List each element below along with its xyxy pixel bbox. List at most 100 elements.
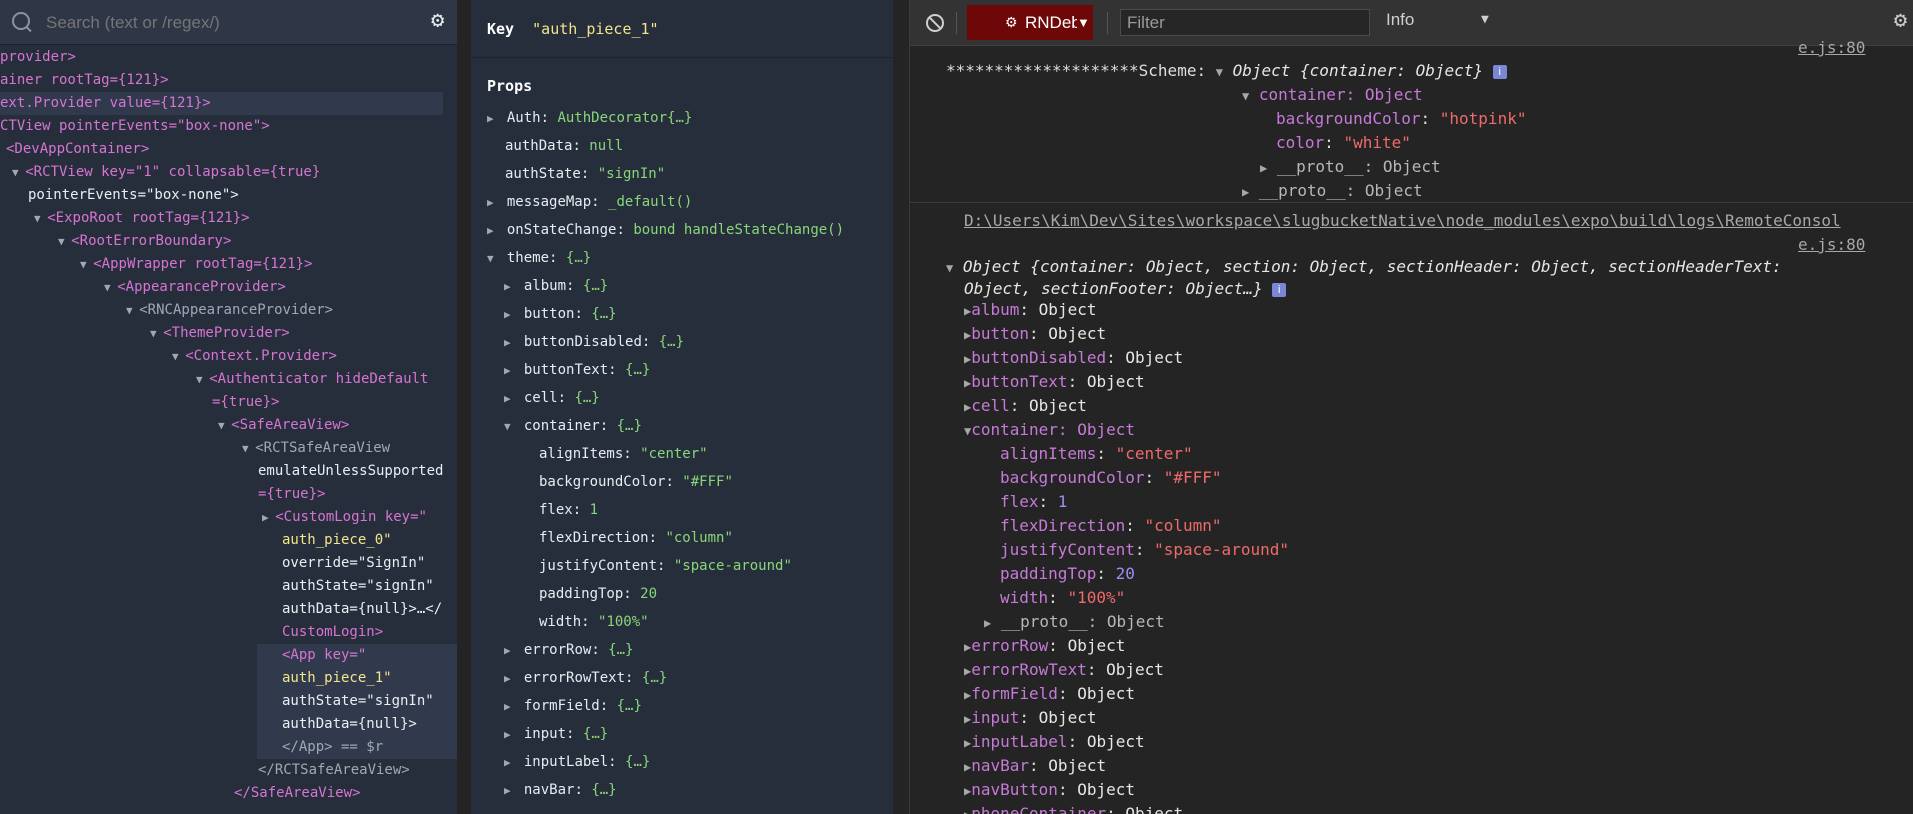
tree-node[interactable]: </App> == $r [257,736,457,759]
collapse-arrow-icon[interactable]: ▼ [504,420,524,433]
clear-console-icon[interactable] [926,14,944,32]
filter-input[interactable]: Filter [1120,9,1370,36]
tree-node[interactable]: authData={null}>…</ [0,598,442,621]
prop-row[interactable]: ▼ theme: {…} [487,244,591,272]
collapse-arrow-icon[interactable]: ▼ [946,261,953,275]
tree-node[interactable]: ▶ <CustomLogin key=" [0,506,427,529]
tree-node[interactable]: ▼ <AppWrapper rootTag={121}> [0,253,312,276]
tree-node[interactable]: ={true}> [0,483,325,506]
tree-node[interactable]: pointerEvents="box-none"> [0,184,239,207]
tree-node[interactable]: <App key=" [257,644,457,667]
prop-row[interactable]: width: "100%" [539,608,649,636]
tree-node[interactable]: ▼ <RCTSafeAreaView [0,437,390,460]
tree-node[interactable]: ▼ <ExpoRoot rootTag={121}> [0,207,250,230]
expand-arrow-icon[interactable]: ▶ [487,112,507,125]
expand-arrow-icon[interactable]: ▶ [504,308,524,321]
tree-node[interactable]: authState="signIn" [0,575,434,598]
expand-arrow-icon[interactable]: ▶ [504,700,524,713]
source-path-link[interactable]: D:\Users\Kim\Dev\Sites\workspace\slugbuc… [964,211,1841,230]
prop-row[interactable]: ▶ button: {…} [504,300,617,328]
tree-node[interactable]: ={true}> [0,391,279,414]
expand-arrow-icon[interactable]: ▶ [504,392,524,405]
prop-row[interactable]: ▶ album: {…} [504,272,608,300]
expand-arrow-icon[interactable]: ▶ [487,224,507,237]
prop-row[interactable]: authData: null [505,132,623,160]
prop-row[interactable]: paddingTop: 20 [539,580,657,608]
expand-arrow-icon[interactable]: ▼ [150,327,163,340]
expand-arrow-icon[interactable]: ▶ [487,196,507,209]
tree-node[interactable]: ainer rootTag={121}> [0,69,169,92]
prop-row[interactable]: ▶ errorRowText: {…} [504,664,667,692]
prop-row[interactable]: ▶ formField: {…} [504,692,642,720]
expand-arrow-icon[interactable]: ▶ [984,616,991,630]
prop-row[interactable]: alignItems: "center" [539,440,708,468]
tree-node[interactable]: provider> [0,46,76,69]
expand-arrow-icon[interactable]: ▶ [504,784,524,797]
source-link[interactable]: e.js:80 [1798,38,1865,57]
expand-arrow-icon[interactable]: ▼ [242,442,255,455]
info-icon[interactable]: i [1492,64,1507,79]
chevron-down-icon[interactable]: ▼ [1481,12,1489,27]
prop-row[interactable]: ▶ Auth: AuthDecorator{…} [487,104,692,132]
expand-arrow-icon[interactable]: ▶ [504,364,524,377]
tree-node[interactable]: auth_piece_0" [0,529,392,552]
gear-icon[interactable]: ⚙ [1894,10,1907,32]
search-input[interactable] [44,9,398,37]
expand-arrow-icon[interactable]: ▼ [34,212,47,225]
expand-arrow-icon[interactable]: ▼ [104,281,117,294]
tree-node[interactable]: ▼ <Authenticator hideDefault [0,368,428,391]
collapse-arrow-icon[interactable]: ▼ [1216,65,1223,79]
tree-node[interactable]: CustomLogin> [0,621,383,644]
expand-arrow-icon[interactable]: ▶ [504,336,524,349]
prop-row[interactable]: backgroundColor: "#FFF" [539,468,733,496]
tree-node[interactable]: ▼ <AppearanceProvider> [0,276,286,299]
tree-node[interactable]: ▼ <RootErrorBoundary> [0,230,231,253]
prop-row[interactable]: authState: "signIn" [505,160,665,188]
source-link[interactable]: e.js:80 [1798,235,1865,254]
tree-node[interactable]: CTView pointerEvents="box-none"> [0,115,270,138]
expand-arrow-icon[interactable]: ▼ [126,304,139,317]
tree-node[interactable]: </RCTSafeAreaView> [0,759,410,782]
expand-arrow-icon[interactable]: ▼ [218,419,231,432]
tree-node[interactable]: auth_piece_1" [257,667,457,690]
expand-arrow-icon[interactable]: ▼ [58,235,71,248]
tree-node[interactable]: <DevAppContainer> [0,138,149,161]
log-level-select[interactable]: Info [1386,10,1414,30]
prop-row[interactable]: ▶ navBar: {…} [504,776,617,804]
prop-row[interactable]: ▶ messageMap: _default() [487,188,692,216]
expand-arrow-icon[interactable]: ▶ [504,756,524,769]
expand-arrow-icon[interactable]: ▶ [504,644,524,657]
expand-arrow-icon[interactable]: ▶ [504,728,524,741]
collapse-arrow-icon[interactable]: ▼ [487,252,507,265]
tree-node[interactable]: ▼ <SafeAreaView> [0,414,349,437]
collapse-arrow-icon[interactable]: ▼ [1242,89,1249,103]
prop-row[interactable]: ▼ container: {…} [504,412,642,440]
expand-arrow-icon[interactable]: ▼ [12,166,25,179]
collapse-arrow-icon[interactable]: ▶ [262,511,275,524]
tree-node[interactable]: ▼ <Context.Provider> [0,345,337,368]
tree-node[interactable]: ▼ <RNCAppearanceProvider> [0,299,333,322]
expand-arrow-icon[interactable]: ▶ [504,672,524,685]
gear-icon[interactable]: ⚙ [431,10,444,32]
expand-arrow-icon[interactable]: ▶ [1242,185,1249,199]
prop-row[interactable]: ▶ errorRow: {…} [504,636,633,664]
expand-arrow-icon[interactable]: ▶ [504,280,524,293]
tree-node[interactable]: authState="signIn" [257,690,457,713]
prop-row[interactable]: ▶ inputLabel: {…} [504,748,650,776]
expand-arrow-icon[interactable]: ▼ [80,258,93,271]
tree-node[interactable]: emulateUnlessSupported [0,460,443,483]
prop-row[interactable]: flex: 1 [539,496,598,524]
info-icon[interactable]: i [1272,282,1287,297]
tree-node[interactable]: override="SignIn" [0,552,425,575]
expand-arrow-icon[interactable]: ▼ [172,350,185,363]
prop-row[interactable]: ▶ input: {…} [504,720,608,748]
tree-node[interactable]: authData={null}> [257,713,457,736]
expand-arrow-icon[interactable]: ▶ [1260,161,1267,175]
expand-arrow-icon[interactable]: ▼ [196,373,209,386]
tree-node[interactable]: </SafeAreaView> [0,782,360,805]
context-selector[interactable]: ⚙ RNDebu ▼ [967,5,1093,40]
tree-node[interactable]: ▼ <RCTView key="1" collapsable={true} [0,161,320,184]
tree-node[interactable]: ▼ <ThemeProvider> [0,322,290,345]
prop-row[interactable]: ▶ buttonText: {…} [504,356,650,384]
tree-node[interactable]: ext.Provider value={121}> [0,92,443,115]
